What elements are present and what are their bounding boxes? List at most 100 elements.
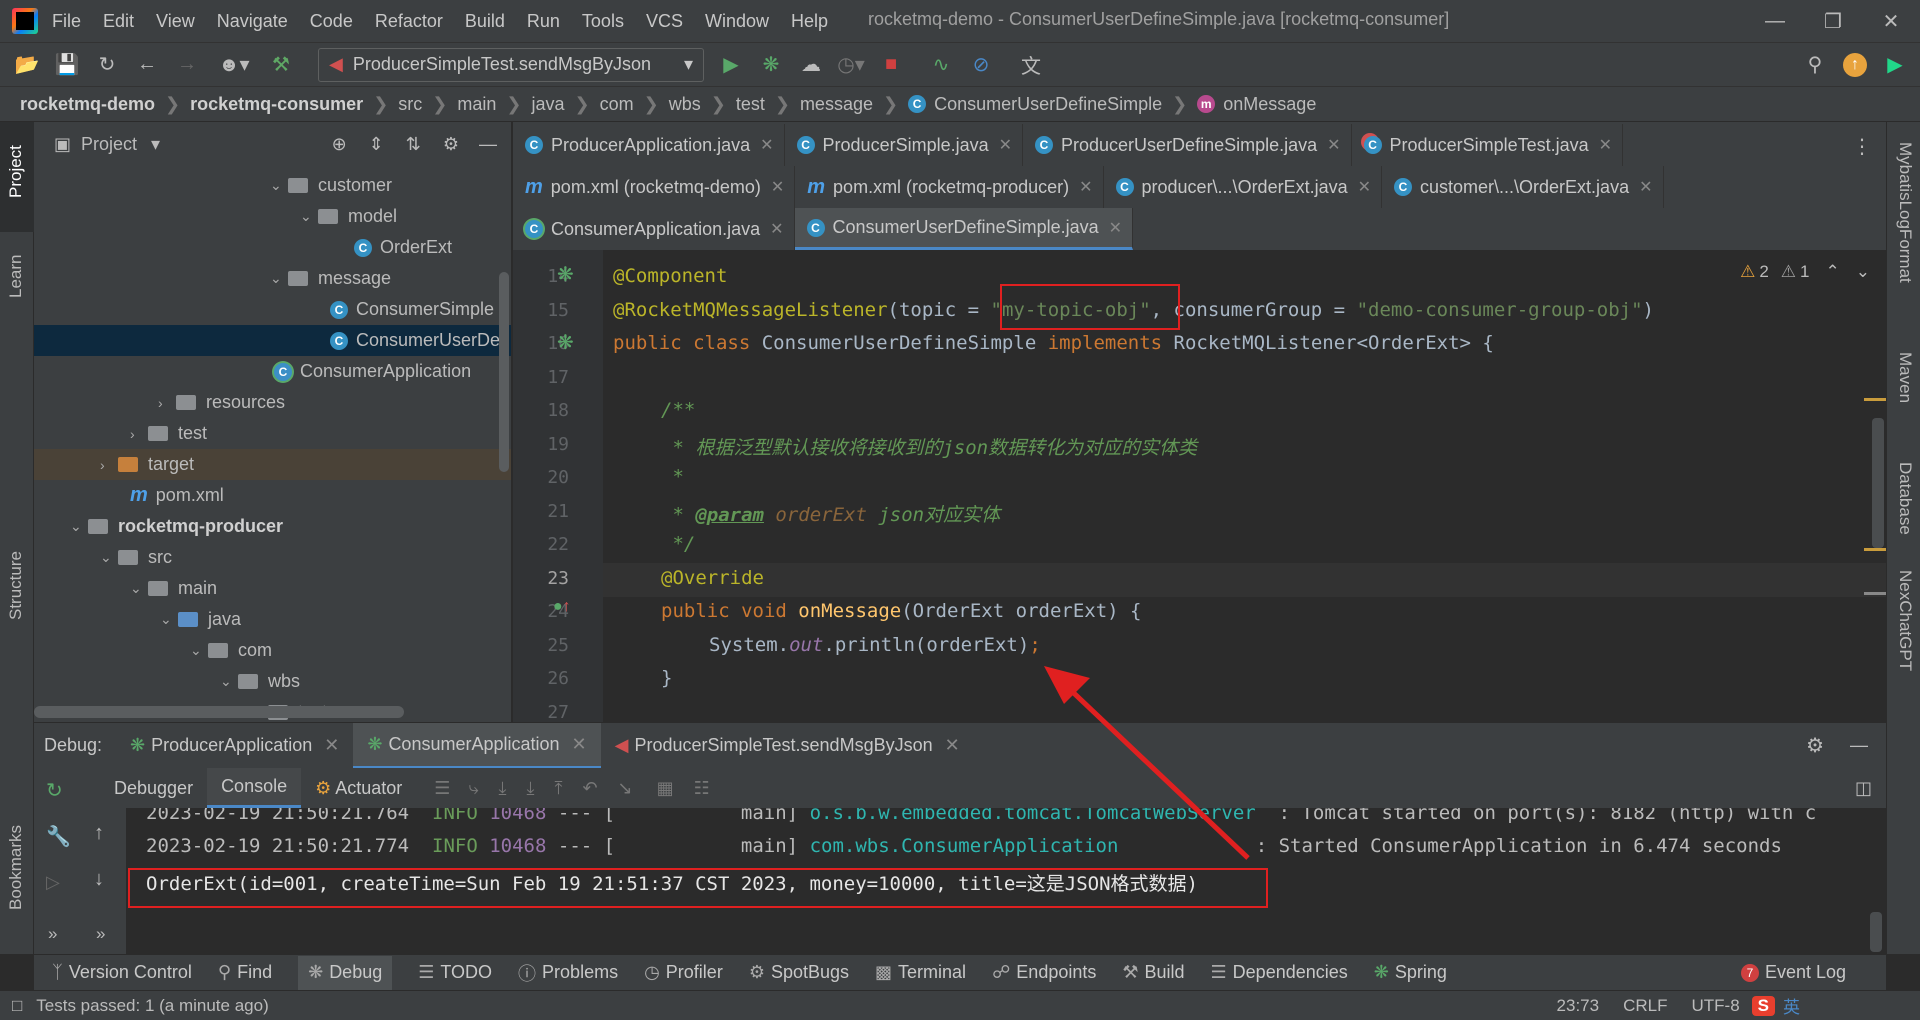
tab-pom-producer[interactable]: m pom.xml (rocketmq-producer) ✕ bbox=[795, 166, 1104, 208]
bookmarks-tool-button[interactable]: Bookmarks bbox=[6, 825, 26, 910]
ime-mode[interactable]: 英 bbox=[1783, 993, 1800, 1018]
close-icon[interactable]: ✕ bbox=[1639, 177, 1652, 197]
tool-debug[interactable]: ❋ Debug bbox=[298, 955, 393, 990]
tree-item[interactable]: C ConsumerSimple bbox=[34, 294, 511, 325]
tree-item[interactable]: › test bbox=[34, 418, 511, 449]
implement-gutter-icon[interactable]: ●↑ bbox=[553, 598, 571, 616]
tab-producer-simple[interactable]: C ProducerSimple.java ✕ bbox=[785, 124, 1024, 166]
tab-menu-icon[interactable]: ⋮ bbox=[1852, 134, 1872, 159]
translate-icon[interactable]: 文 bbox=[1016, 50, 1046, 80]
tool-dependencies[interactable]: ☰ Dependencies bbox=[1211, 962, 1348, 983]
close-icon[interactable]: ✕ bbox=[999, 135, 1012, 155]
menu-tools[interactable]: Tools bbox=[582, 11, 624, 32]
close-icon[interactable]: ✕ bbox=[1109, 218, 1122, 238]
settings-wrench-icon[interactable]: 🔧 bbox=[46, 824, 71, 849]
spring-bean-gutter-icon[interactable]: ❋ bbox=[557, 330, 574, 355]
line-separator[interactable]: CRLF bbox=[1623, 996, 1667, 1016]
breadcrumb-item[interactable]: test bbox=[736, 94, 765, 115]
tab-console[interactable]: Console bbox=[207, 768, 302, 808]
back-icon[interactable]: ← bbox=[132, 50, 162, 80]
force-step-into-icon[interactable]: ⤓ bbox=[527, 778, 535, 799]
gear-icon[interactable]: ⚙ bbox=[1806, 733, 1824, 758]
breadcrumb-item[interactable]: ConsumerUserDefineSimple bbox=[934, 94, 1162, 115]
tool-build[interactable]: ⚒ Build bbox=[1122, 962, 1184, 983]
debug-session-producer-test[interactable]: ◀ ProducerSimpleTest.sendMsgByJson ✕ bbox=[601, 723, 974, 769]
close-icon[interactable]: ✕ bbox=[1599, 135, 1612, 155]
tree-item[interactable]: › target bbox=[34, 449, 511, 480]
breadcrumb-item[interactable]: rocketmq-demo bbox=[20, 94, 155, 115]
breadcrumb-item[interactable]: rocketmq-consumer bbox=[190, 94, 363, 115]
breadcrumb-item[interactable]: onMessage bbox=[1223, 94, 1316, 115]
forward-icon[interactable]: → bbox=[172, 50, 202, 80]
plugin-icon[interactable]: ▶ bbox=[1880, 50, 1910, 80]
mybatis-log-format-tool[interactable]: MybatisLogFormat bbox=[1895, 142, 1915, 283]
run-configuration-select[interactable]: ◀ ProducerSimpleTest.sendMsgByJson ▾ bbox=[318, 47, 704, 82]
menu-code[interactable]: Code bbox=[310, 11, 353, 32]
tree-item[interactable]: › resources bbox=[34, 387, 511, 418]
tab-producer-application[interactable]: C ProducerApplication.java ✕ bbox=[513, 124, 785, 166]
resume-icon[interactable]: ▷ bbox=[46, 872, 60, 893]
hide-icon[interactable]: — bbox=[1850, 735, 1868, 756]
menu-navigate[interactable]: Navigate bbox=[217, 11, 288, 32]
breadcrumb-item[interactable]: com bbox=[600, 94, 634, 115]
disable-icon[interactable]: ⊘ bbox=[966, 50, 996, 80]
save-icon[interactable]: 💾 bbox=[52, 50, 82, 80]
layout-icon[interactable]: ◫ bbox=[1855, 778, 1872, 799]
tree-item[interactable]: C OrderExt bbox=[34, 232, 511, 263]
maven-tool[interactable]: Maven bbox=[1895, 352, 1915, 403]
breadcrumb-item[interactable]: wbs bbox=[669, 94, 701, 115]
tree-item[interactable]: ⌄ src bbox=[34, 542, 511, 573]
tab-producer-user-define-simple[interactable]: C ProducerUserDefineSimple.java ✕ bbox=[1023, 124, 1352, 166]
tab-actuator[interactable]: ⚙ Actuator bbox=[301, 768, 416, 808]
tool-event-log[interactable]: 7 Event Log bbox=[1740, 962, 1846, 983]
open-folder-icon[interactable]: 📂 bbox=[12, 50, 42, 80]
sync-icon[interactable]: ↻ bbox=[92, 50, 122, 80]
profiler-icon[interactable]: ◷▾ bbox=[836, 50, 866, 80]
spring-bean-gutter-icon[interactable]: ❋ bbox=[557, 262, 574, 287]
hide-icon[interactable]: — bbox=[479, 134, 497, 155]
status-toggle-icon[interactable]: □ bbox=[12, 996, 22, 1016]
tab-producer-orderext[interactable]: Cproducer\...\OrderExt.java ✕ bbox=[1104, 166, 1383, 208]
close-icon[interactable]: ✕ bbox=[324, 735, 339, 756]
console-scrollbar[interactable] bbox=[1870, 912, 1882, 952]
user-icon[interactable]: ☻▾ bbox=[212, 50, 256, 80]
run-to-cursor-icon[interactable]: ↘ bbox=[618, 778, 633, 799]
tree-item[interactable]: C ConsumerApplication bbox=[34, 356, 511, 387]
menu-help[interactable]: Help bbox=[791, 11, 828, 32]
horizontal-scrollbar[interactable] bbox=[34, 706, 404, 718]
tab-producer-simple-test[interactable]: C ProducerSimpleTest.java ✕ bbox=[1352, 124, 1624, 166]
chevron-up-icon[interactable]: ⌃ bbox=[1826, 262, 1840, 282]
menu-vcs[interactable]: VCS bbox=[646, 11, 683, 32]
tab-pom-demo[interactable]: m pom.xml (rocketmq-demo) ✕ bbox=[513, 166, 796, 208]
project-tool-button[interactable]: Project bbox=[6, 145, 26, 198]
menu-run[interactable]: Run bbox=[527, 11, 560, 32]
caret-position[interactable]: 23:73 bbox=[1557, 996, 1600, 1016]
project-title[interactable]: Project bbox=[81, 134, 137, 155]
step-out-icon[interactable]: ⤒ bbox=[554, 778, 562, 799]
minimize-icon[interactable]: — bbox=[1746, 0, 1804, 42]
menu-build[interactable]: Build bbox=[465, 11, 505, 32]
menu-view[interactable]: View bbox=[156, 11, 195, 32]
code-editor[interactable]: 14 15 16 17 18 19 20 21 22 23 24 25 26 2… bbox=[513, 250, 1886, 722]
more-icon[interactable]: » bbox=[48, 924, 57, 944]
tree-item-selected[interactable]: C ConsumerUserDefi bbox=[34, 325, 511, 356]
tab-customer-orderext[interactable]: Ccustomer\...\OrderExt.java ✕ bbox=[1382, 166, 1664, 208]
tool-problems[interactable]: ⓘ Problems bbox=[518, 960, 618, 986]
threads-icon[interactable]: ☰ bbox=[434, 778, 450, 799]
evaluate-icon[interactable]: ▦ bbox=[657, 778, 674, 799]
tool-spotbugs[interactable]: ⚙ SpotBugs bbox=[749, 962, 849, 983]
tab-consumer-user-define-simple[interactable]: C ConsumerUserDefineSimple.java ✕ bbox=[794, 208, 1134, 250]
learn-tool-button[interactable]: Learn bbox=[6, 255, 26, 298]
breadcrumb-item[interactable]: src bbox=[398, 94, 422, 115]
stop-icon[interactable]: ■ bbox=[876, 50, 906, 80]
close-icon[interactable]: ✕ bbox=[1079, 177, 1092, 197]
tree-item[interactable]: ⌄ model bbox=[34, 201, 511, 232]
build-hammer-icon[interactable]: ⚒ bbox=[266, 50, 296, 80]
chevron-down-icon[interactable]: ▾ bbox=[151, 134, 160, 155]
drop-frame-icon[interactable]: ↶ bbox=[582, 778, 597, 799]
trace-icon[interactable]: ☷ bbox=[694, 778, 710, 799]
tree-item[interactable]: m pom.xml bbox=[34, 480, 511, 511]
debug-icon[interactable]: ❋ bbox=[756, 50, 786, 80]
debug-session-producer-application[interactable]: ❋ ProducerApplication ✕ bbox=[116, 723, 353, 769]
close-icon[interactable]: ✕ bbox=[760, 135, 773, 155]
